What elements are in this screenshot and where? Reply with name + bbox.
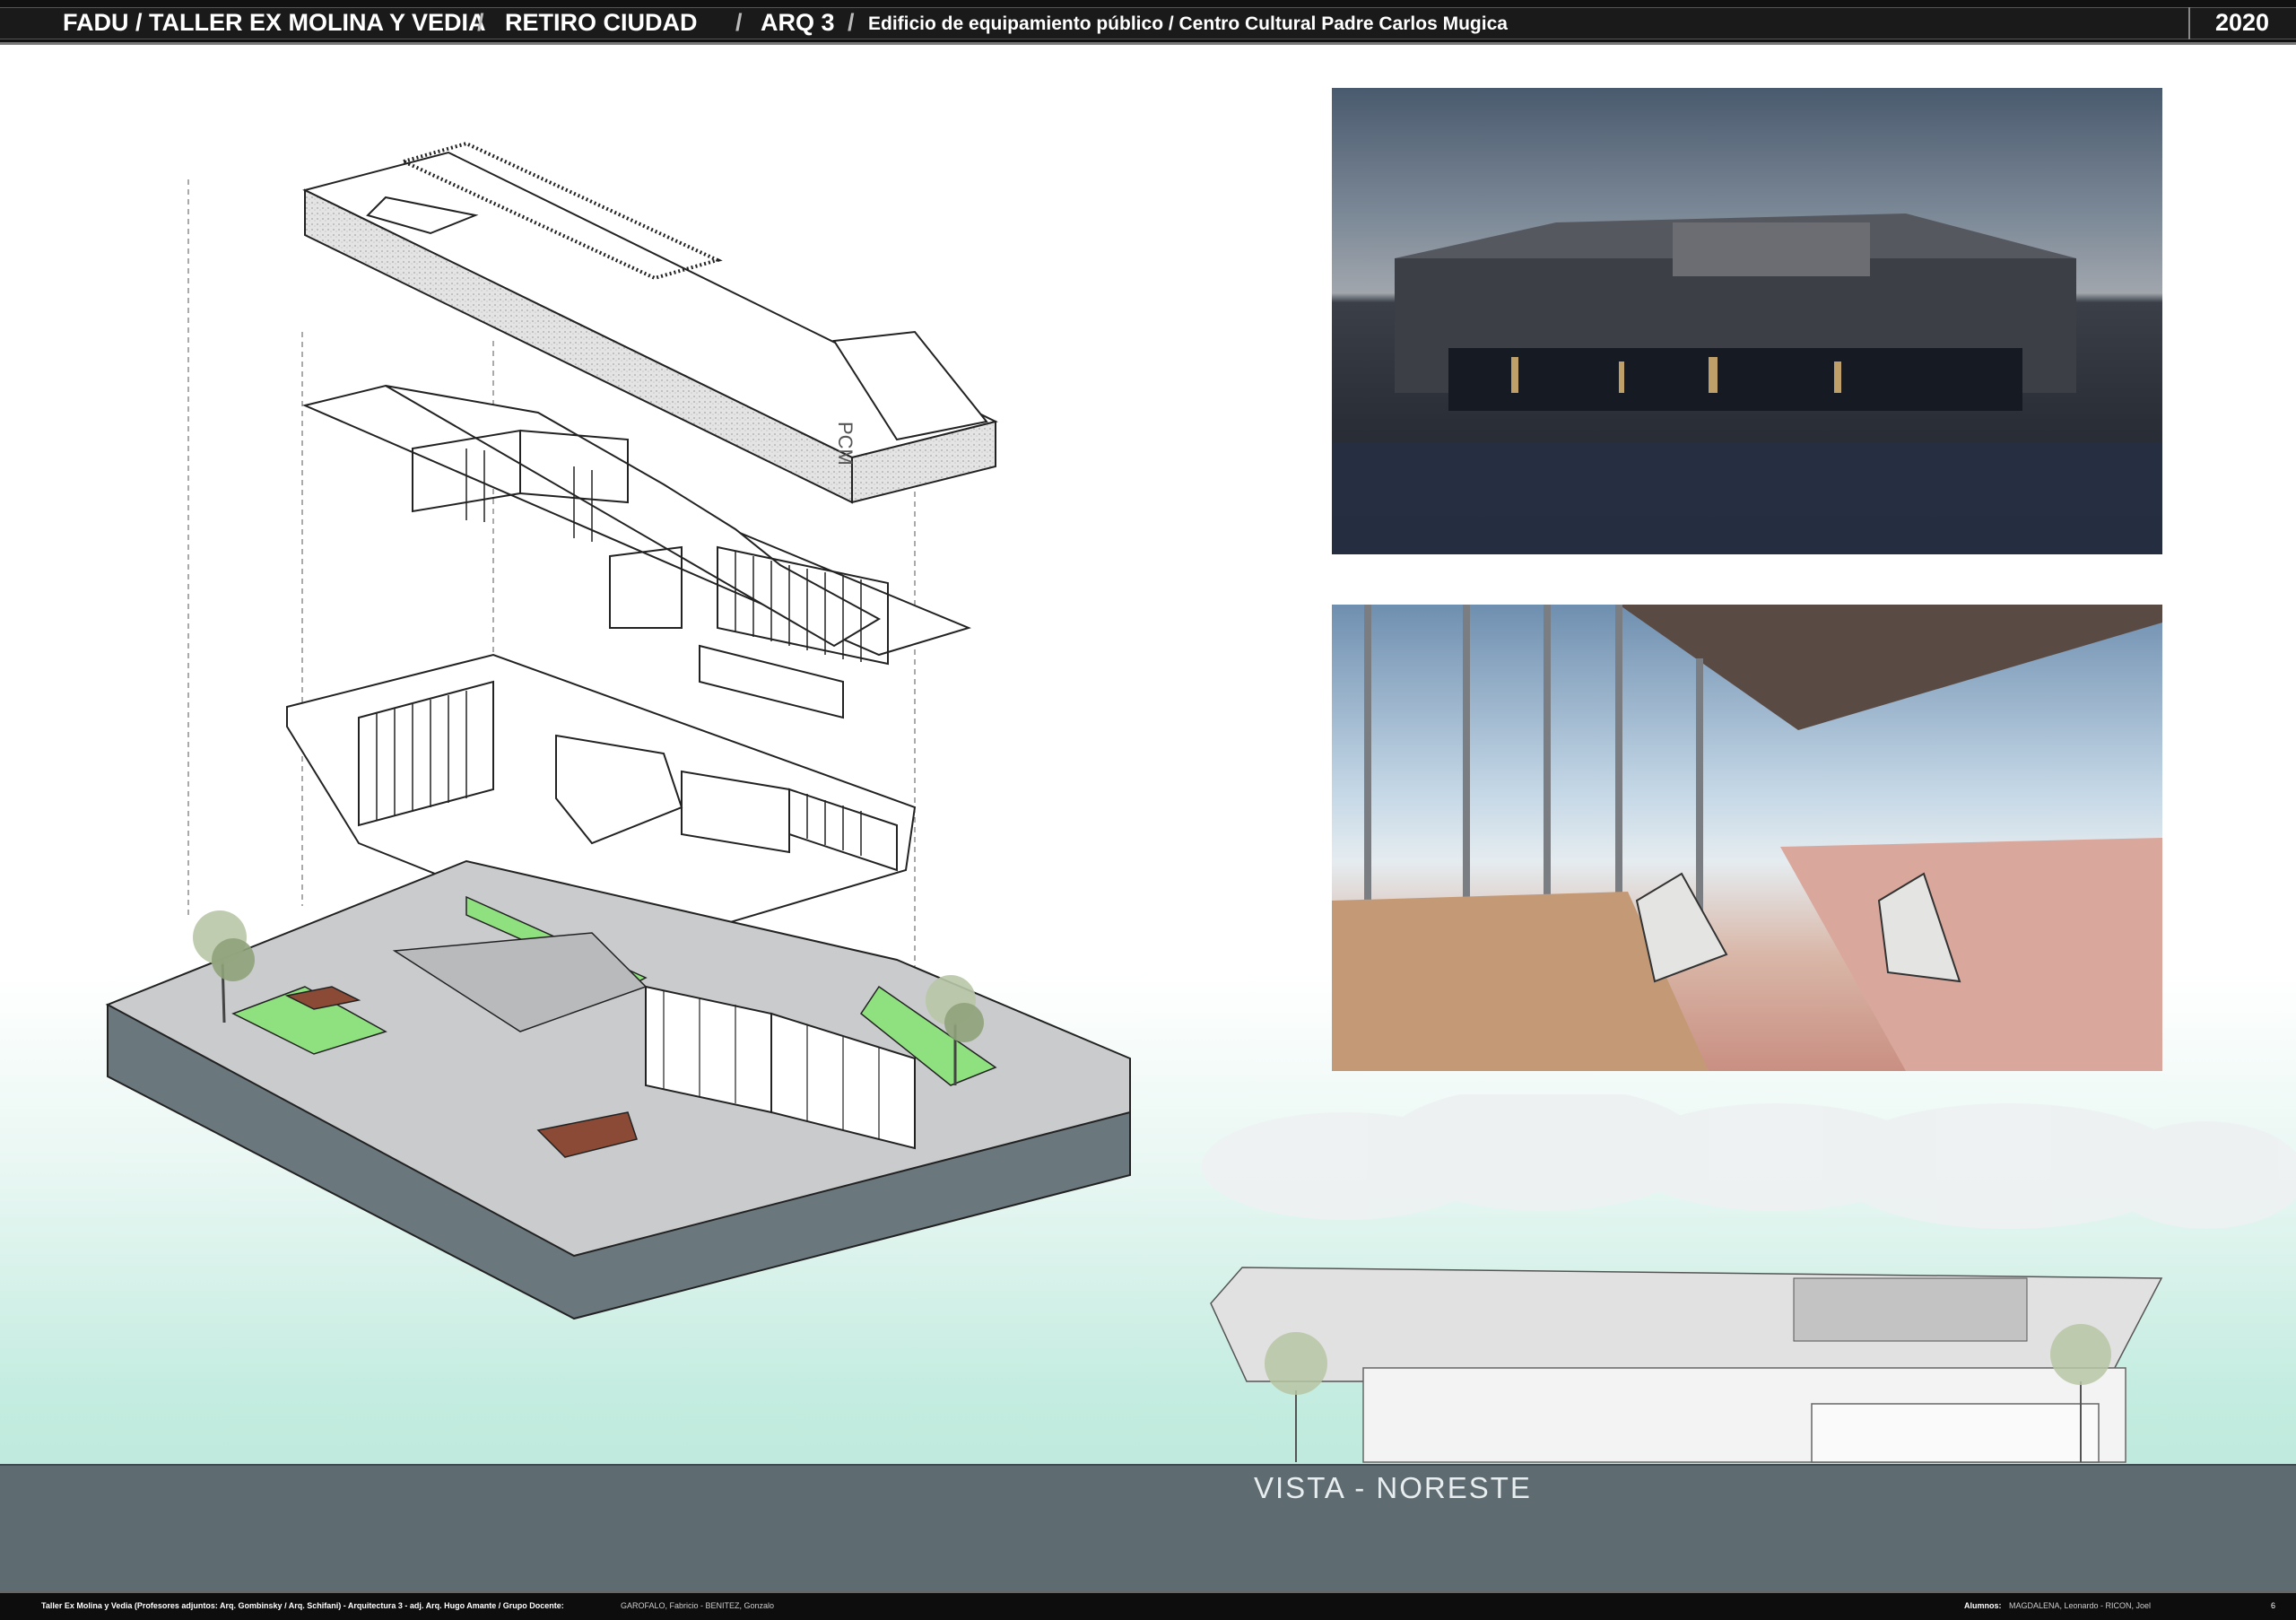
header-description: Edificio de equipamiento público / Centr…: [868, 13, 1508, 34]
footer-students: MAGDALENA, Leonardo - RICON, Joel: [2009, 1601, 2152, 1610]
header-school: FADU / TALLER EX MOLINA Y VEDIA: [63, 9, 486, 36]
ground-band: [0, 1464, 2296, 1591]
cloud-background: [1202, 1094, 2296, 1229]
header-separator: /: [848, 9, 855, 36]
page-number: 6: [2271, 1601, 2276, 1610]
header-separator: /: [735, 9, 743, 36]
exploded-axonometric: PCM: [105, 141, 1131, 1320]
exterior-render: [1332, 88, 2162, 554]
header-year: 2020: [2215, 9, 2270, 36]
elevation-caption: VISTA - NORESTE: [1254, 1471, 1532, 1504]
interior-render: [1332, 605, 2162, 1071]
header-divider: [2188, 7, 2190, 39]
footer-docentes: GAROFALO, Fabricio - BENITEZ, Gonzalo: [621, 1601, 775, 1610]
northeast-elevation: [1202, 1094, 2296, 1463]
footer-bar: Taller Ex Molina y Vedia (Profesores adj…: [0, 1591, 2296, 1620]
footer-students-label: Alumnos:: [1964, 1601, 2002, 1610]
interior-render-drawing: [1332, 605, 2162, 1071]
header-separator: /: [477, 9, 484, 36]
footer-credits: Taller Ex Molina y Vedia (Profesores adj…: [41, 1601, 564, 1610]
header-bar: FADU / TALLER EX MOLINA Y VEDIA / RETIRO…: [0, 0, 2296, 45]
tree-icon: [1265, 1332, 1327, 1462]
exterior-render-drawing: [1332, 213, 2162, 554]
header-course: ARQ 3: [761, 9, 835, 36]
site-base: [105, 859, 1131, 1320]
header-site: RETIRO CIUDAD: [505, 9, 698, 36]
facade-letters: PCM: [834, 422, 857, 466]
